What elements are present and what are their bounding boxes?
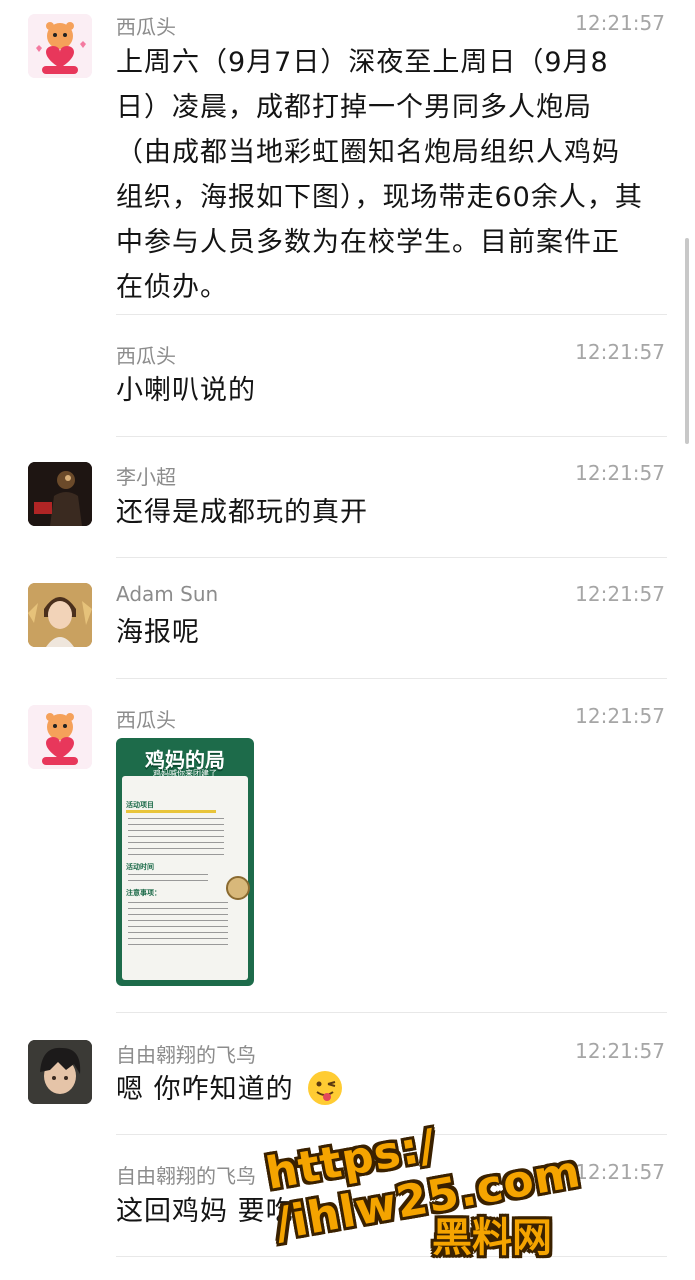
poster-text-lines <box>128 818 224 819</box>
message-text[interactable]: 上周六（9月7日）深夜至上周日（9月8日）凌晨，成都打掉一个男同多人炮局（由成都… <box>116 40 646 310</box>
poster-section: 活动时间 <box>126 863 154 871</box>
message-text[interactable]: 还得是成都玩的真开 <box>116 490 646 535</box>
clock-icon <box>226 876 250 900</box>
poster-image[interactable]: 鸡妈的局 鸡妈喊你来团建了 活动项目 活动时间 注意事项： <box>116 738 254 986</box>
winking-tongue-emoji-icon <box>308 1071 343 1105</box>
avatar[interactable] <box>28 1040 92 1104</box>
message-time: 12:21:57 <box>575 11 665 35</box>
divider <box>116 1256 667 1257</box>
avatar[interactable] <box>28 14 92 78</box>
boy-avatar-icon <box>28 1040 92 1104</box>
divider <box>116 314 667 315</box>
poster-line <box>126 810 216 813</box>
divider <box>116 1012 667 1013</box>
message-text[interactable]: 海报呢 <box>116 610 646 655</box>
poster-text-lines <box>128 874 208 875</box>
sender-name[interactable]: 李小超 <box>116 461 176 490</box>
poster-section: 注意事项： <box>126 889 161 897</box>
sender-name[interactable]: 西瓜头 <box>116 704 176 733</box>
sender-name[interactable]: Adam Sun <box>116 582 218 606</box>
message-time: 12:21:57 <box>575 1039 665 1063</box>
avatar[interactable] <box>28 705 92 769</box>
dark-avatar-icon <box>28 462 92 526</box>
divider <box>116 678 667 679</box>
avatar[interactable] <box>28 583 92 647</box>
message-time: 12:21:57 <box>575 1160 665 1184</box>
sender-name[interactable]: 西瓜头 <box>116 340 176 369</box>
poster-text-lines <box>128 902 228 903</box>
sender-name[interactable]: 自由翱翔的飞鸟 <box>116 1039 256 1068</box>
scrollbar[interactable] <box>685 238 689 444</box>
message-time: 12:21:57 <box>575 461 665 485</box>
divider <box>116 436 667 437</box>
divider <box>116 557 667 558</box>
anime-avatar-icon <box>28 583 92 647</box>
message-text[interactable]: 嗯 你咋知道的 <box>116 1074 294 1105</box>
poster-section: 活动项目 <box>126 801 154 809</box>
sender-name[interactable]: 自由翱翔的飞鸟 <box>116 1160 256 1189</box>
message-time: 12:21:57 <box>575 582 665 606</box>
message-text[interactable]: 小喇叭说的 <box>116 368 646 413</box>
sender-name[interactable]: 西瓜头 <box>116 11 176 40</box>
poster-subtitle: 鸡妈喊你来团建了 <box>153 769 217 778</box>
avatar[interactable] <box>28 462 92 526</box>
message-text-row: 嗯 你咋知道的 <box>116 1067 646 1112</box>
message-text[interactable]: 这回鸡妈 要吃 <box>116 1189 646 1234</box>
message-time: 12:21:57 <box>575 340 665 364</box>
divider <box>116 1134 667 1135</box>
tiger-avatar-icon <box>28 705 92 769</box>
message-time: 12:21:57 <box>575 704 665 728</box>
tiger-avatar-icon <box>28 14 92 78</box>
